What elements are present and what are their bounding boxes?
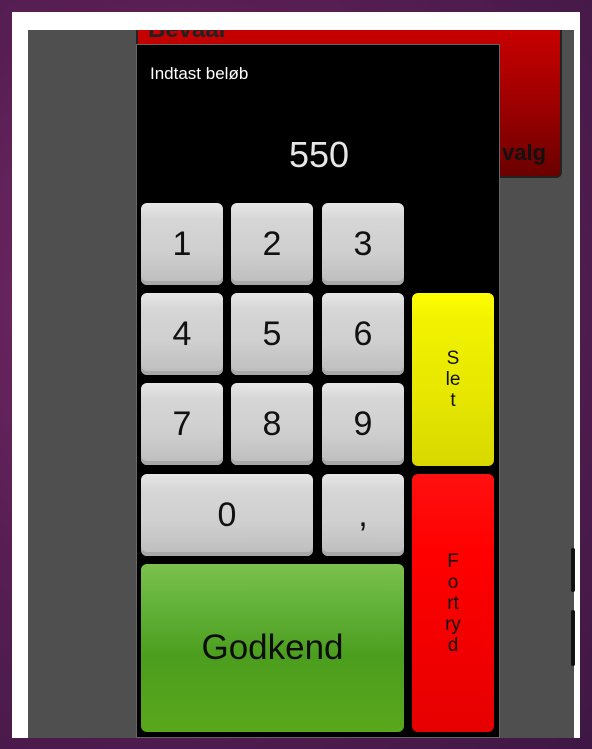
key-6[interactable]: 6 <box>322 293 404 375</box>
key-0[interactable]: 0 <box>141 474 313 556</box>
amount-display: 550 <box>288 134 350 175</box>
cancel-button[interactable]: Fortryd <box>412 474 494 732</box>
cancel-button-label: Fortryd <box>445 550 461 656</box>
background-button-label: valg <box>502 140 547 165</box>
delete-button[interactable]: Slet <box>412 293 494 466</box>
key-9[interactable]: 9 <box>322 383 404 465</box>
key-7[interactable]: 7 <box>141 383 223 465</box>
key-8[interactable]: 8 <box>231 383 313 465</box>
key-3[interactable]: 3 <box>322 203 404 285</box>
key-comma[interactable]: , <box>322 474 404 556</box>
key-5[interactable]: 5 <box>231 293 313 375</box>
delete-button-label: Slet <box>445 348 461 411</box>
dialog-title: Indtast beløb <box>150 64 249 83</box>
key-2[interactable]: 2 <box>231 203 313 285</box>
background-side-element <box>571 610 575 666</box>
background-side-element <box>571 548 575 592</box>
key-1[interactable]: 1 <box>141 203 223 285</box>
confirm-button-label: Godkend <box>201 628 344 667</box>
confirm-button[interactable]: Godkend <box>141 564 404 732</box>
key-4[interactable]: 4 <box>141 293 223 375</box>
